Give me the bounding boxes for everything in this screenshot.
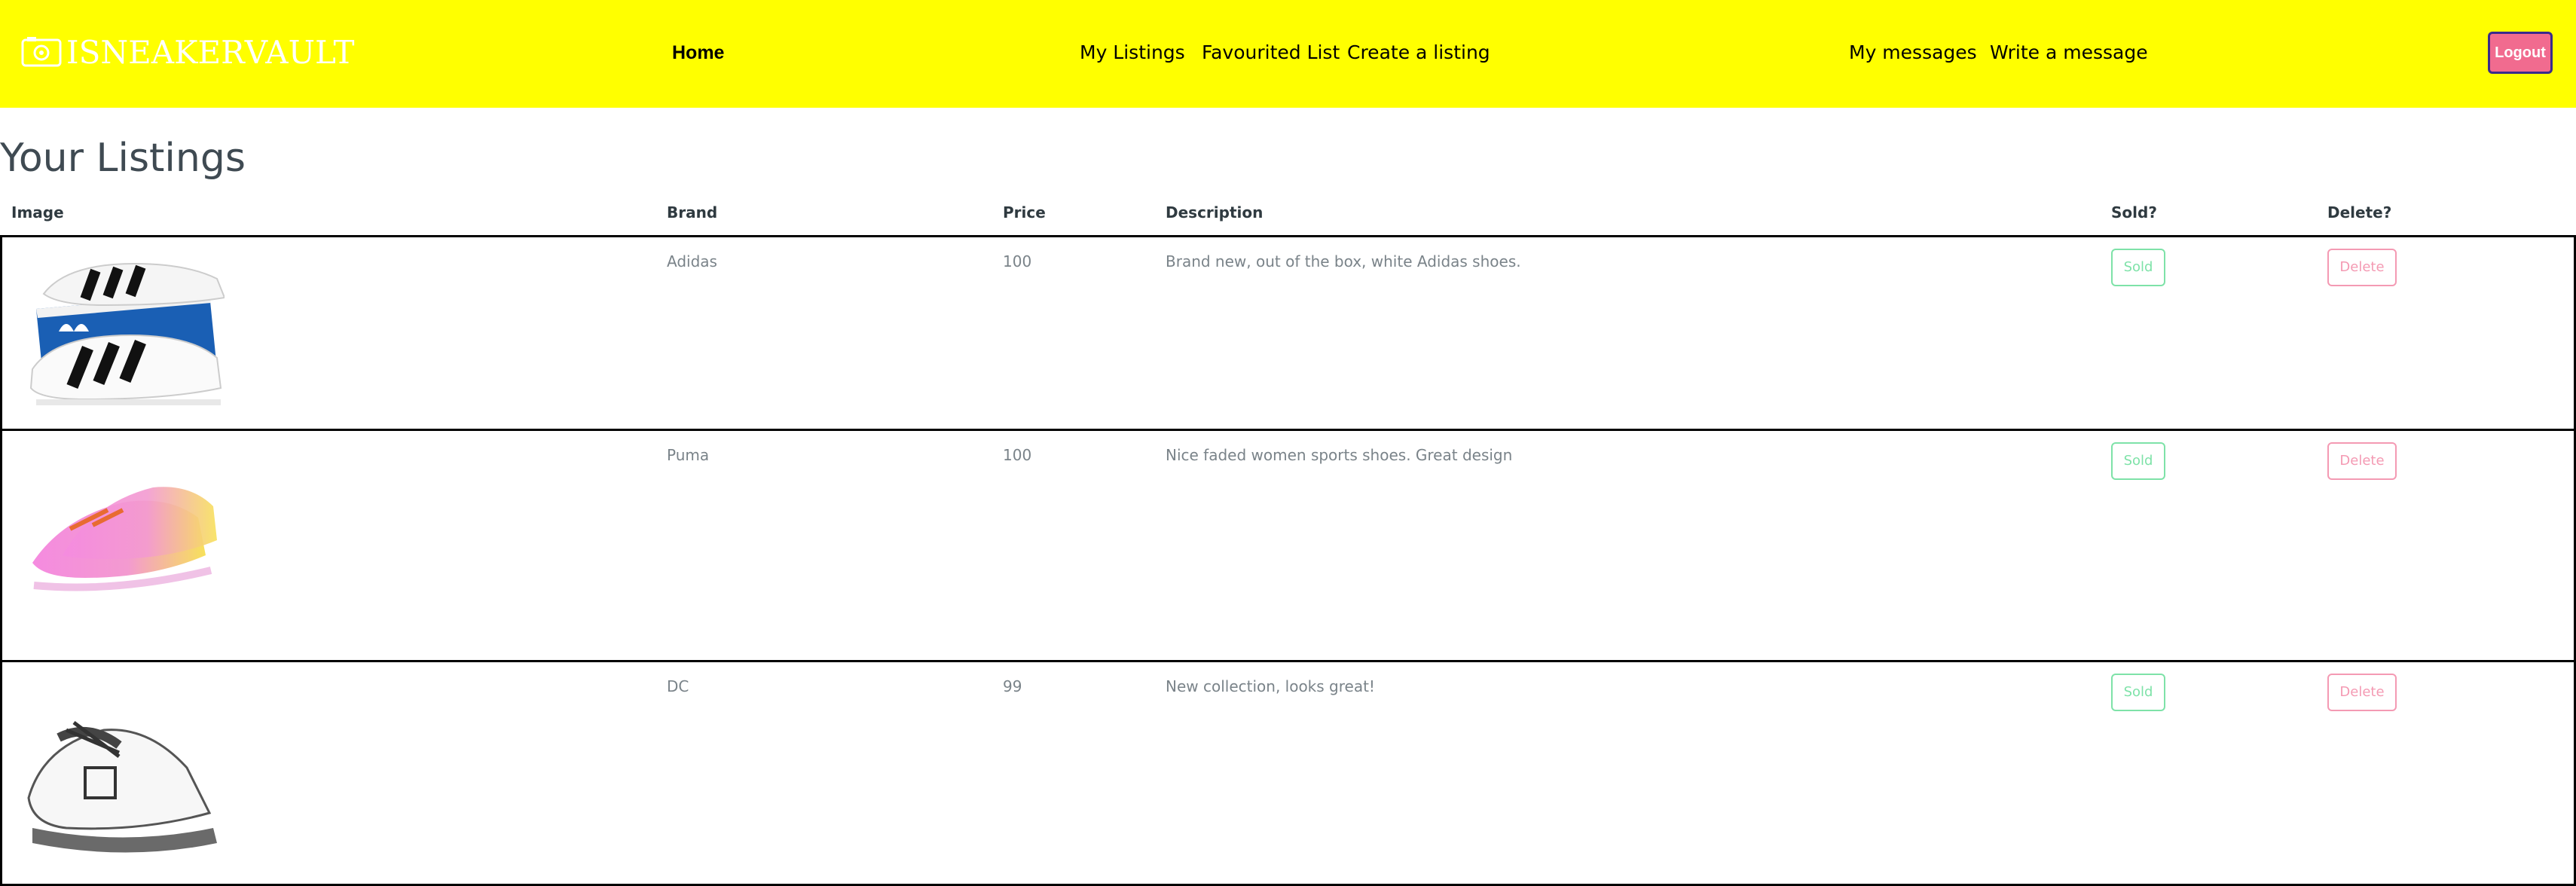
column-header-sold: Sold? [2111, 203, 2157, 222]
dc-sneaker-image [27, 721, 217, 853]
sold-button[interactable]: Sold [2111, 674, 2165, 711]
sold-button[interactable]: Sold [2111, 249, 2165, 286]
puma-sneaker-image [32, 487, 217, 591]
listing-price: 100 [1003, 446, 1032, 464]
delete-button[interactable]: Delete [2327, 249, 2397, 286]
table-row: Adidas 100 Brand new, out of the box, wh… [0, 235, 2576, 431]
adidas-sneaker-image [29, 262, 225, 405]
delete-button[interactable]: Delete [2327, 674, 2397, 711]
column-header-description: Description [1166, 203, 1264, 222]
sold-button[interactable]: Sold [2111, 442, 2165, 480]
listing-brand: Puma [667, 446, 710, 464]
listing-price: 100 [1003, 252, 1032, 270]
nav-link-favourited-list[interactable]: Favourited List [1202, 38, 1340, 68]
column-header-image: Image [11, 203, 64, 222]
column-header-brand: Brand [667, 203, 718, 222]
table-row: DC 99 New collection, looks great! Sold … [0, 660, 2576, 886]
delete-button[interactable]: Delete [2327, 442, 2397, 480]
listing-description: Brand new, out of the box, white Adidas … [1166, 252, 1521, 270]
nav-link-my-messages[interactable]: My messages [1849, 38, 1977, 68]
listing-price: 99 [1003, 677, 1022, 695]
table-row: Puma 100 Nice faded women sports shoes. … [0, 429, 2576, 662]
brand-logo[interactable]: ISNEAKER VAULT [21, 33, 354, 71]
page-title: Your Listings [0, 136, 246, 181]
listing-brand: DC [667, 677, 689, 695]
listing-brand: Adidas [667, 252, 717, 270]
brand-text-b: VAULT [244, 33, 355, 71]
column-header-price: Price [1003, 203, 1046, 222]
brand-text-a: ISNEAKER [66, 33, 245, 71]
nav-link-my-listings[interactable]: My Listings [1080, 38, 1185, 68]
nav-link-home[interactable]: Home [672, 38, 724, 68]
nav-link-write-message[interactable]: Write a message [1990, 38, 2148, 68]
listing-description: Nice faded women sports shoes. Great des… [1166, 446, 1513, 464]
navbar: ISNEAKER VAULT Home My Listings Favourite… [0, 0, 2576, 108]
logout-button[interactable]: Logout [2488, 32, 2553, 74]
nav-link-create-listing[interactable]: Create a listing [1347, 38, 1490, 68]
listing-description: New collection, looks great! [1166, 677, 1375, 695]
column-header-delete: Delete? [2327, 203, 2392, 222]
camera-icon [21, 37, 62, 67]
